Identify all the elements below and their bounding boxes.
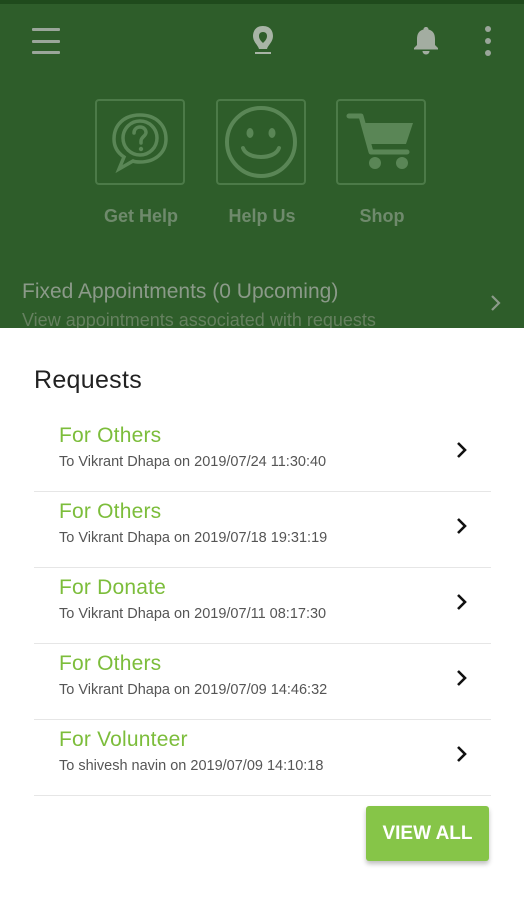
list-item[interactable]: For Volunteer To shivesh navin on 2019/0… [34, 720, 491, 796]
chevron-right-icon [457, 670, 467, 686]
hamburger-menu-icon[interactable] [30, 28, 62, 54]
tile-label: Get Help [103, 206, 178, 226]
chevron-right-icon [491, 295, 501, 311]
chevron-right-icon [457, 442, 467, 458]
request-subtitle: To Vikrant Dhapa on 2019/07/09 14:46:32 [59, 682, 328, 698]
notification-bell-icon[interactable] [410, 24, 442, 56]
more-options-icon[interactable] [478, 26, 498, 56]
request-title: For Others [59, 500, 162, 523]
tile-get-help[interactable]: Get Help [95, 99, 187, 227]
requests-list: For Others To Vikrant Dhapa on 2019/07/2… [34, 416, 491, 796]
tile-label: Shop [359, 206, 405, 226]
list-item[interactable]: For Others To Vikrant Dhapa on 2019/07/1… [34, 492, 491, 568]
chevron-right-icon [457, 518, 467, 534]
tile-label: Help Us [228, 206, 296, 226]
view-all-button[interactable]: VIEW ALL [366, 806, 489, 861]
request-title: For Others [59, 652, 162, 675]
request-title: For Donate [59, 576, 167, 599]
request-title: For Volunteer [59, 728, 188, 751]
tile-help-us[interactable]: Help Us [216, 99, 308, 227]
list-item[interactable]: For Others To Vikrant Dhapa on 2019/07/2… [34, 416, 491, 492]
request-subtitle: To Vikrant Dhapa on 2019/07/18 19:31:19 [59, 530, 328, 546]
app-logo-icon [247, 22, 279, 58]
cart-icon [336, 99, 426, 185]
request-title: For Others [59, 424, 162, 447]
help-bubble-icon [95, 99, 185, 185]
chevron-right-icon [457, 594, 467, 610]
appointments-title: Fixed Appointments (0 Upcoming) [22, 280, 339, 303]
sheet-title: Requests [34, 366, 143, 394]
appointments-subtitle: View appointments associated with reques… [22, 310, 376, 328]
background-app: Get Help Help Us Shop Fixed Appointments… [0, 0, 524, 328]
tile-shop[interactable]: Shop [336, 99, 428, 227]
list-item[interactable]: For Donate To Vikrant Dhapa on 2019/07/1… [34, 568, 491, 644]
list-item[interactable]: For Others To Vikrant Dhapa on 2019/07/0… [34, 644, 491, 720]
request-subtitle: To Vikrant Dhapa on 2019/07/24 11:30:40 [59, 454, 327, 470]
chevron-right-icon [457, 746, 467, 762]
action-tiles: Get Help Help Us Shop [95, 99, 435, 239]
request-subtitle: To shivesh navin on 2019/07/09 14:10:18 [59, 758, 324, 774]
requests-bottom-sheet: Requests For Others To Vikrant Dhapa on … [0, 328, 524, 900]
smiley-icon [216, 99, 306, 185]
fixed-appointments-row[interactable]: Fixed Appointments (0 Upcoming) View app… [22, 280, 502, 328]
request-subtitle: To Vikrant Dhapa on 2019/07/11 08:17:30 [59, 606, 327, 622]
top-app-bar [0, 18, 524, 68]
